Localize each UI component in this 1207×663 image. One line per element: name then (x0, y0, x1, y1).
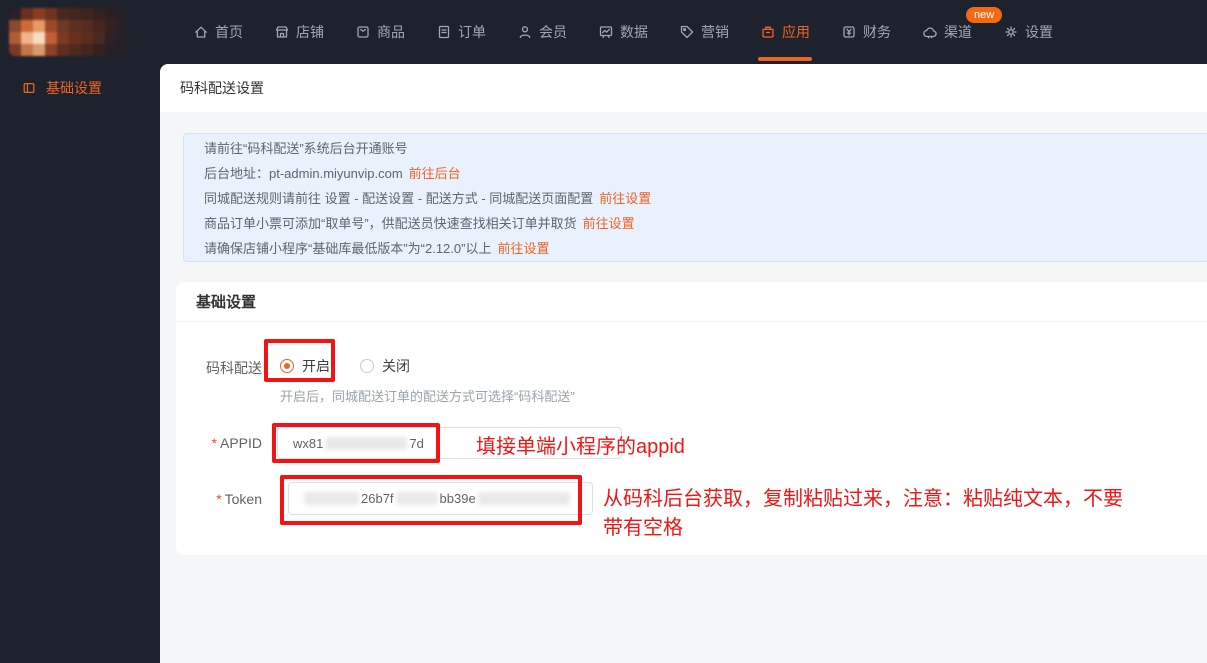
basic-settings-card: 基础设置 码科配送 开启 关闭 开启后，同城配送订单的配送方式可选择“码科配送”… (176, 282, 1207, 555)
notice-box: 请前往“码科配送”系统后台开通账号 后台地址：pt-admin.miyunvip… (183, 133, 1207, 262)
nav-item-settings[interactable]: 设置 (1003, 22, 1053, 42)
panel-icon (23, 83, 35, 93)
redacted-text (304, 492, 359, 505)
notice-line: 请确保店铺小程序“基础库最低版本”为“2.12.0”以上 前往设置 (204, 236, 1188, 261)
nav-item-home[interactable]: 首页 (193, 22, 243, 42)
notice-line: 同城配送规则请前往 设置 - 配送设置 - 配送方式 - 同城配送页面配置 前往设… (204, 186, 1188, 211)
appid-label: * APPID (182, 435, 262, 451)
notice-text: 同城配送规则请前往 设置 - 配送设置 - 配送方式 - 同城配送页面配置 (204, 191, 594, 206)
delivery-switch-radio-group: 开启 关闭 (280, 356, 410, 376)
radio-off-label[interactable]: 关闭 (382, 356, 410, 376)
notice-link-go-settings-3[interactable]: 前往设置 (497, 241, 549, 256)
data-chart-icon (599, 26, 613, 39)
sidebar-item-label: 基础设置 (46, 80, 102, 96)
redacted-text (325, 436, 408, 450)
app-box-icon (762, 26, 774, 38)
appid-value-suffix: 7d (409, 435, 424, 451)
marketing-tag-icon (680, 25, 694, 39)
section-title: 基础设置 (176, 282, 1207, 322)
top-nav-menu: 首页 店铺 商品 订单 会员 数据 营销 应用 财务 渠道 new 设置 (193, 0, 1053, 64)
channel-icon (923, 27, 937, 39)
notice-link-go-backend[interactable]: 前往后台 (409, 166, 461, 181)
nav-item-marketing[interactable]: 营销 (679, 22, 729, 42)
notice-line: 商品订单小票可添加“取单号”，供配送员快速查找相关订单并取货 前往设置 (204, 211, 1188, 236)
redacted-text (395, 492, 438, 505)
required-asterisk: * (211, 435, 217, 451)
page-title: 码科配送设置 (180, 80, 264, 96)
appid-value-prefix: wx81 (293, 435, 324, 451)
token-label: * Token (182, 491, 262, 507)
sidebar-item-basic-settings[interactable]: 基础设置 (0, 76, 160, 100)
radio-option-on[interactable]: 开启 (280, 356, 330, 376)
goods-icon (357, 26, 369, 38)
annotation-text-appid: 填接单端小程序的appid (476, 436, 685, 458)
nav-label: 订单 (458, 24, 486, 40)
delivery-switch-help: 开启后，同城配送订单的配送方式可选择“码科配送” (280, 389, 575, 404)
notice-line: 后台地址：pt-admin.miyunvip.com 前往后台 (204, 161, 1188, 186)
radio-option-off[interactable]: 关闭 (360, 356, 410, 376)
radio-on-icon[interactable] (280, 359, 294, 373)
annotation-text-token: 从码科后台获取，复制粘贴过来，注意：粘贴纯文本，不要 带有空格 (603, 488, 1123, 539)
nav-label: 应用 (782, 24, 810, 40)
brand-logo (9, 8, 129, 56)
nav-label: 财务 (863, 24, 891, 40)
page-title-bar: 码科配送设置 (160, 64, 1207, 112)
token-fragment: bb39e (439, 491, 476, 506)
notice-text: 后台地址：pt-admin.miyunvip.com (204, 166, 403, 181)
notice-text: 请前往“码科配送”系统后台开通账号 (204, 141, 408, 156)
main-content: 码科配送设置 请前往“码科配送”系统后台开通账号 后台地址：pt-admin.m… (160, 64, 1207, 663)
notice-link-go-settings-2[interactable]: 前往设置 (583, 216, 635, 231)
app-window: 首页 店铺 商品 订单 会员 数据 营销 应用 财务 渠道 new 设置 基础设… (0, 0, 1207, 663)
nav-label: 渠道 (944, 24, 972, 40)
token-label-text: Token (224, 491, 262, 507)
token-input[interactable]: 26b7f bb39e (288, 482, 593, 515)
notice-line: 请前往“码科配送”系统后台开通账号 (204, 136, 1188, 161)
nav-label: 数据 (620, 24, 648, 40)
nav-item-finance[interactable]: 财务 (841, 22, 891, 42)
delivery-switch-label: 码科配送 (206, 360, 262, 376)
required-asterisk: * (216, 491, 222, 507)
nav-label: 首页 (215, 24, 243, 40)
nav-item-goods[interactable]: 商品 (355, 22, 405, 42)
sidebar: 基础设置 (0, 64, 160, 663)
top-navbar: 首页 店铺 商品 订单 会员 数据 营销 应用 财务 渠道 new 设置 (0, 0, 1207, 64)
token-fragment: 26b7f (361, 491, 394, 506)
radio-on-label[interactable]: 开启 (302, 356, 330, 376)
nav-label: 营销 (701, 24, 729, 40)
shop-icon (275, 26, 289, 38)
radio-off-icon[interactable] (360, 359, 374, 373)
finance-yen-icon (843, 26, 855, 38)
nav-label: 会员 (539, 24, 567, 40)
nav-item-data[interactable]: 数据 (598, 22, 648, 42)
nav-item-orders[interactable]: 订单 (436, 22, 486, 42)
nav-label: 商品 (377, 24, 405, 40)
nav-item-shop[interactable]: 店铺 (274, 22, 324, 42)
notice-link-go-settings-1[interactable]: 前往设置 (599, 191, 651, 206)
nav-label: 店铺 (296, 24, 324, 40)
notice-text: 商品订单小票可添加“取单号”，供配送员快速查找相关订单并取货 (204, 216, 577, 231)
nav-item-members[interactable]: 会员 (517, 22, 567, 42)
nav-item-apps[interactable]: 应用 (758, 22, 812, 61)
nav-label: 设置 (1025, 24, 1053, 40)
nav-item-channels[interactable]: 渠道 new (922, 7, 1003, 42)
member-icon (519, 26, 531, 39)
redacted-text (477, 492, 570, 505)
order-icon (438, 25, 450, 39)
appid-label-text: APPID (219, 435, 262, 451)
new-badge: new (966, 7, 1003, 23)
notice-text: 请确保店铺小程序“基础库最低版本”为“2.12.0”以上 (204, 241, 492, 256)
gear-icon (1005, 26, 1017, 38)
home-icon (195, 26, 207, 38)
